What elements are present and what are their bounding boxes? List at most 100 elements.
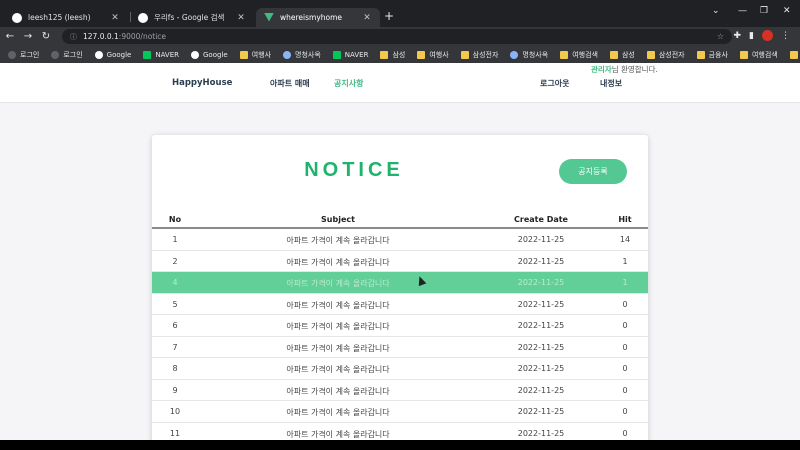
bookmark-label: NAVER [344, 50, 369, 59]
bookmark-item[interactable]: 정공사 [789, 50, 800, 60]
browser-tab[interactable]: leesh125 (leesh) ✕ [4, 8, 128, 27]
cell-no: 9 [172, 385, 178, 395]
folder-icon [609, 50, 618, 59]
bookmark-label: 로그인 [20, 50, 40, 59]
bookmark-item[interactable]: NAVER [143, 50, 179, 59]
cell-subject: 아파트 가격이 계속 올라갑니다 [286, 300, 390, 310]
bookmark-label: Google [203, 50, 228, 59]
cell-hit: 14 [619, 235, 631, 244]
vue-icon [264, 12, 274, 22]
cell-no: 11 [169, 428, 181, 438]
column-header-date: Create Date [514, 215, 568, 224]
cell-hit: 0 [622, 364, 628, 373]
reload-icon[interactable]: ↻ [38, 31, 54, 42]
bookmarks-bar: 로그인 로그인 Google NAVER Google 여행사 명청사옥 NAVER 삼성 여행사… [0, 46, 800, 63]
bookmark-item[interactable]: 여행사 [239, 50, 271, 60]
bookmark-item[interactable]: 명청사옥 [510, 50, 548, 60]
bookmark-item[interactable]: Google [94, 50, 132, 59]
cell-hit: 1 [622, 278, 628, 287]
cell-no: 1 [172, 235, 178, 244]
nav-apartment-trade[interactable]: 아파트 매매 [270, 78, 310, 89]
bookmark-label: 여행검색 [751, 50, 778, 59]
bookmark-label: 여행사 [429, 50, 449, 59]
bookmark-item[interactable]: 금융사 [696, 50, 728, 60]
bookmark-item[interactable]: 로그인 [51, 50, 83, 60]
bookmark-item[interactable]: Google [191, 50, 228, 59]
table-row[interactable]: 9 아파트 가격이 계속 올라갑니다 2022-11-25 0 [152, 380, 648, 401]
bookmark-star-icon[interactable]: ☆ [717, 32, 724, 41]
table-row[interactable]: 6 아파트 가격이 계속 올라갑니다 2022-11-25 0 [152, 315, 648, 337]
cell-no: 5 [172, 299, 178, 309]
cell-hit: 0 [622, 321, 628, 330]
cell-no: 2 [172, 256, 178, 266]
bookmark-favicon-icon [283, 50, 292, 59]
bookmark-item[interactable]: 로그인 [8, 50, 39, 60]
folder-icon [460, 50, 469, 59]
tab-search-icon[interactable]: ⌄ [712, 6, 720, 16]
close-icon[interactable]: ✕ [362, 13, 372, 23]
side-panel-icon[interactable]: ▮ [749, 31, 754, 41]
close-icon[interactable]: ✕ [110, 13, 120, 23]
nav-notice[interactable]: 공지사항 [334, 78, 363, 89]
bookmark-item[interactable]: 여행검색 [739, 50, 778, 60]
table-row[interactable]: 1 아파트 가격이 계속 올라갑니다 2022-11-25 14 [152, 229, 648, 251]
web-page: HappyHouse 아파트 매매 공지사항 관리자님 환영합니다. 로그아웃 … [0, 63, 800, 440]
bookmark-item[interactable]: 삼성 [380, 50, 405, 60]
bookmark-favicon-icon [8, 50, 16, 59]
cell-hit: 0 [622, 407, 628, 416]
cell-subject: 아파트 가격이 계속 올라갑니다 [286, 279, 390, 288]
profile-avatar[interactable] [762, 30, 773, 41]
browser-tab-active[interactable]: whereismyhome ✕ [256, 8, 380, 27]
cell-no: 10 [169, 407, 181, 416]
bookmark-item[interactable]: NAVER [332, 50, 369, 59]
table-row-hovered[interactable]: 4 아파트 가격이 계속 올라갑니다 2022-11-25 1 [152, 272, 648, 294]
folder-icon [696, 50, 705, 59]
bookmark-item[interactable]: 여행사 [417, 50, 449, 60]
bookmark-label: 삼성전자 [658, 50, 685, 59]
bookmark-item[interactable]: 명청사옥 [283, 50, 321, 60]
address-bar[interactable]: ⓘ 127.0.0.1:9000/notice ☆ [62, 29, 732, 44]
table-header: No Subject Create Date Hit [152, 210, 648, 229]
bookmark-label: 삼성 [392, 50, 406, 59]
window-close-icon[interactable]: ✕ [783, 6, 791, 16]
back-icon[interactable]: ← [2, 31, 18, 42]
user-name: 관리자 [591, 65, 612, 74]
info-icon[interactable]: ⓘ [70, 32, 77, 42]
cell-subject: 아파트 가격이 계속 올라갑니다 [286, 386, 390, 396]
bookmark-item[interactable]: 삼성전자 [460, 50, 498, 60]
browser-tab[interactable]: 우리fs - Google 검색 ✕ [130, 8, 254, 27]
bookmark-item[interactable]: 여행검색 [560, 50, 598, 60]
bookmark-item[interactable]: 삼성 [609, 50, 635, 60]
bookmark-label: Google [106, 50, 132, 59]
cell-no: 4 [172, 278, 178, 287]
menu-icon[interactable]: ⋮ [781, 31, 790, 41]
register-notice-button[interactable]: 공지등록 [559, 159, 627, 184]
table-row[interactable]: 2 아파트 가격이 계속 올라갑니다 2022-11-25 1 [152, 251, 648, 272]
close-icon[interactable]: ✕ [236, 13, 246, 23]
folder-icon [380, 50, 389, 59]
brand-logo[interactable]: HappyHouse [172, 78, 232, 88]
bookmark-item[interactable]: 삼성전자 [646, 50, 685, 60]
cell-date: 2022-11-25 [517, 299, 565, 309]
bookmark-label: 로그인 [63, 50, 83, 59]
my-info-link[interactable]: 내정보 [600, 78, 622, 89]
minimize-icon[interactable]: — [738, 6, 747, 16]
url-path: :9000/notice [118, 32, 167, 41]
extensions-icon[interactable]: ✚ [734, 31, 742, 41]
bookmark-favicon-icon [94, 50, 103, 59]
folder-icon [239, 50, 248, 59]
cell-date: 2022-11-25 [517, 385, 565, 395]
bookmark-favicon-icon [191, 50, 199, 59]
logout-link[interactable]: 로그아웃 [540, 78, 569, 89]
table-row[interactable]: 11 아파트 가격이 계속 올라갑니다 2022-11-25 0 [152, 423, 648, 441]
new-tab-icon[interactable]: + [384, 9, 394, 23]
tab-title: leesh125 (leesh) [28, 13, 91, 22]
table-row[interactable]: 8 아파트 가격이 계속 올라갑니다 2022-11-25 0 [152, 358, 648, 380]
table-row[interactable]: 5 아파트 가격이 계속 올라갑니다 2022-11-25 0 [152, 294, 648, 315]
table-row[interactable]: 7 아파트 가격이 계속 올라갑니다 2022-11-25 0 [152, 337, 648, 358]
cell-date: 2022-11-25 [517, 364, 565, 373]
table-row[interactable]: 10 아파트 가격이 계속 올라갑니다 2022-11-25 0 [152, 401, 648, 423]
forward-icon[interactable]: → [20, 31, 36, 42]
url-host: 127.0.0.1 [83, 32, 119, 41]
restore-icon[interactable]: ❐ [760, 6, 768, 16]
